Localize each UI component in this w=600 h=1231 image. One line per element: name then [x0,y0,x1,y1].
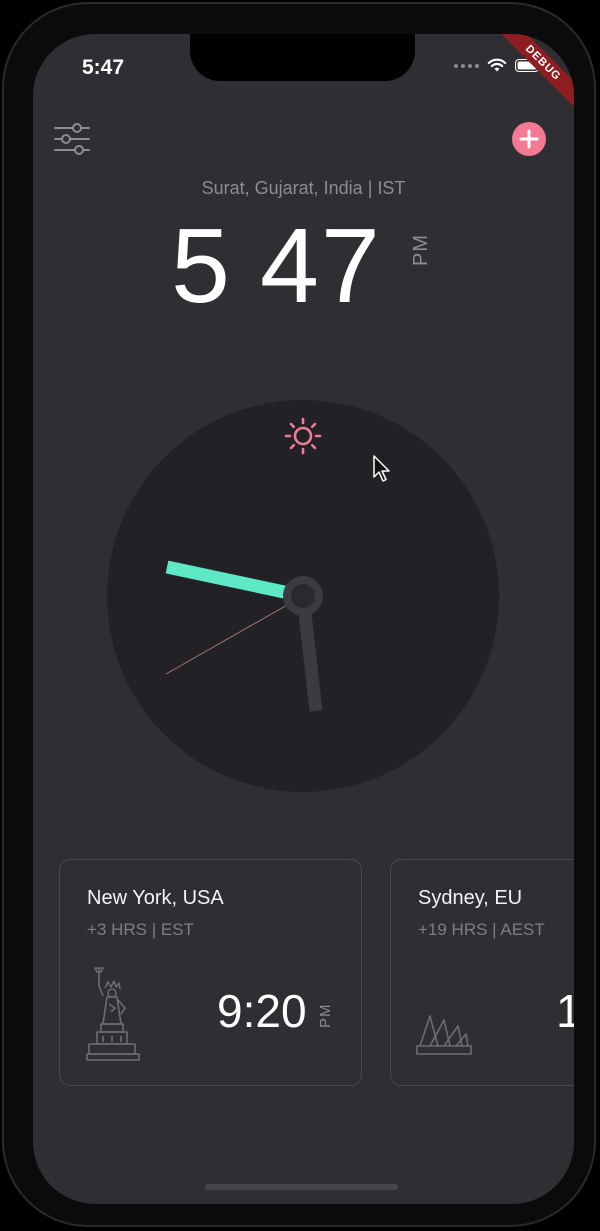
card-time: 1 [556,985,574,1037]
add-city-button[interactable] [512,122,546,156]
card-city-name: New York, USA [87,887,224,909]
device-notch [190,34,415,81]
home-indicator[interactable] [205,1184,398,1190]
sydney-opera-house-icon [416,1015,472,1055]
debug-banner: DEBUG [490,34,574,116]
app-screen: 5:47 DEBUG Surat, Gujarat, India | IST 5… [33,34,574,1204]
city-card-sydney[interactable]: Sydney, EU +19 HRS | AEST 1 [390,859,574,1086]
analog-clock [107,400,499,792]
card-period: PM [317,1003,334,1029]
city-card-new-york[interactable]: New York, USA +3 HRS | EST 9:20 PM [59,859,362,1086]
clock-center-pin [283,576,323,616]
digital-time: 5 47 [171,206,382,326]
digital-minute: 47 [259,207,382,325]
digital-hour: 5 [171,207,232,325]
digital-period: PM [410,234,432,266]
cellular-signal-icon [454,63,479,68]
card-time-offset: +19 HRS | AEST [418,920,545,939]
filter-settings-icon[interactable] [54,122,90,156]
current-location-label: Surat, Gujarat, India | IST [201,178,406,198]
statue-of-liberty-icon [86,967,140,1061]
status-bar-time: 5:47 [82,56,125,79]
phone-frame: 5:47 DEBUG Surat, Gujarat, India | IST 5… [2,2,596,1227]
wifi-icon [487,58,507,72]
card-time: 9:20 [217,985,307,1037]
card-time-offset: +3 HRS | EST [87,920,194,939]
mouse-cursor-icon [373,455,390,482]
plus-icon [519,129,539,149]
card-city-name: Sydney, EU [418,887,523,909]
